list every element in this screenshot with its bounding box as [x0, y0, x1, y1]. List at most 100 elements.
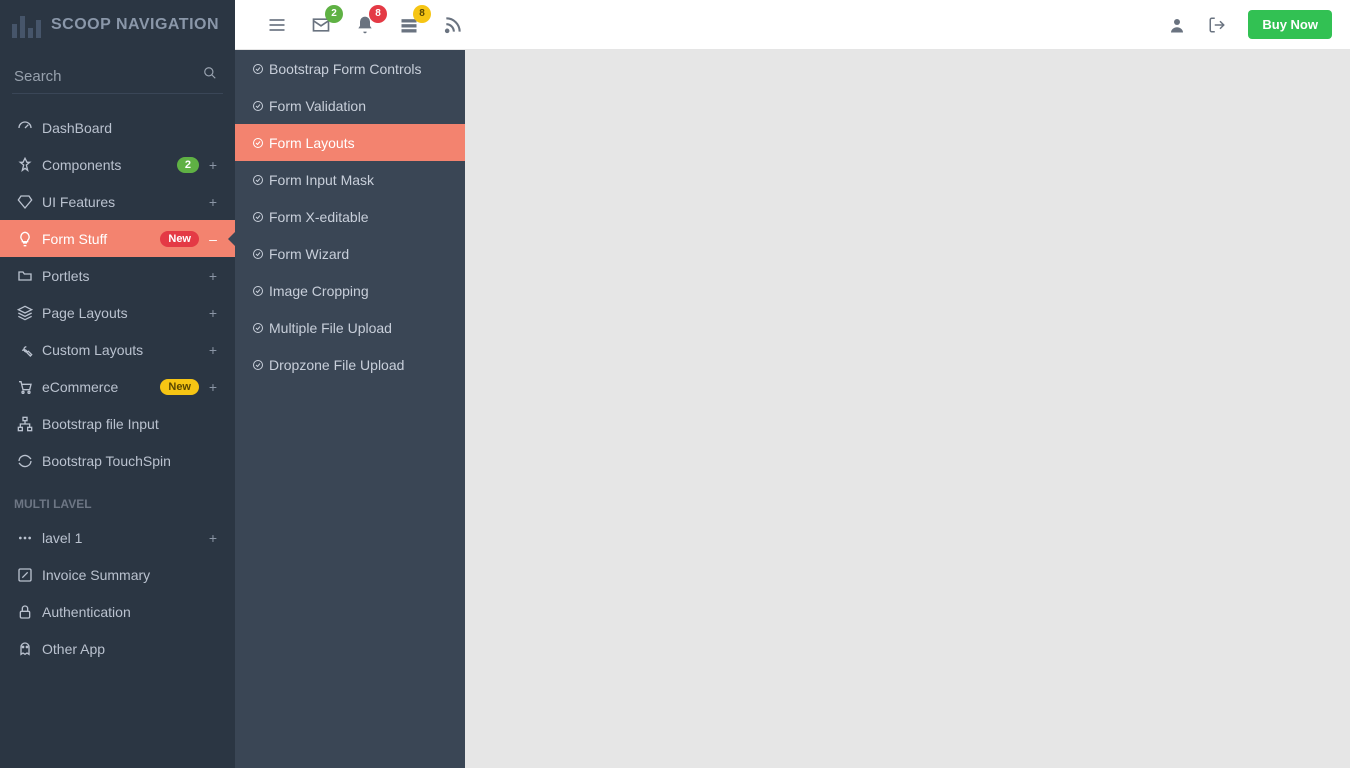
- expand-icon: +: [205, 379, 221, 395]
- brand-title: SCOOP NAVIGATION: [51, 16, 219, 34]
- sidebar-item-label: Custom Layouts: [42, 342, 199, 358]
- badge-count: 2: [177, 157, 199, 173]
- sidebar-item-label: Bootstrap TouchSpin: [42, 453, 221, 469]
- layers-icon: [14, 305, 36, 321]
- sidebar-nav: DashBoard Components 2 + UI Features + F…: [0, 109, 235, 479]
- submenu-item-form-input-mask[interactable]: Form Input Mask: [235, 161, 465, 198]
- speedometer-icon: [14, 120, 36, 136]
- submenu-item-label: Multiple File Upload: [269, 320, 392, 336]
- check-icon: [249, 63, 267, 75]
- sidebar-item-label: Bootstrap file Input: [42, 416, 221, 432]
- submenu-item-label: Form Layouts: [269, 135, 355, 151]
- folder-icon: [14, 268, 36, 284]
- check-icon: [249, 174, 267, 186]
- sidebar-item-level1[interactable]: lavel 1 +: [0, 519, 235, 556]
- sidebar-item-label: Authentication: [42, 604, 221, 620]
- sidebar-item-label: Components: [42, 157, 171, 173]
- sidebar-item-label: lavel 1: [42, 530, 199, 546]
- check-icon: [249, 100, 267, 112]
- check-icon: [249, 248, 267, 260]
- logout-icon[interactable]: [1208, 16, 1226, 34]
- submenu-item-label: Dropzone File Upload: [269, 357, 404, 373]
- main-content: [465, 50, 1350, 768]
- submenu-item-label: Image Cropping: [269, 283, 369, 299]
- sidebar-item-label: Form Stuff: [42, 231, 154, 247]
- diamond-icon: [14, 194, 36, 210]
- pin-icon: [14, 157, 36, 173]
- check-icon: [249, 285, 267, 297]
- inbox-icon[interactable]: 8: [399, 15, 419, 35]
- expand-icon: +: [205, 342, 221, 358]
- submenu-item-multiple-file-upload[interactable]: Multiple File Upload: [235, 309, 465, 346]
- check-icon: [249, 211, 267, 223]
- sidebar-item-label: eCommerce: [42, 379, 154, 395]
- search-input[interactable]: [12, 60, 223, 94]
- sidebar-item-authentication[interactable]: Authentication: [0, 593, 235, 630]
- brand-logo-icon: [12, 12, 41, 38]
- sidebar-item-form-stuff[interactable]: Form Stuff New –: [0, 220, 235, 257]
- sidebar-item-label: Page Layouts: [42, 305, 199, 321]
- sidebar-item-bootstrap-touchspin[interactable]: Bootstrap TouchSpin: [0, 442, 235, 479]
- expand-icon: +: [205, 157, 221, 173]
- wrench-icon: [14, 342, 36, 358]
- bell-icon[interactable]: 8: [355, 15, 375, 35]
- menu-toggle-icon[interactable]: [267, 15, 287, 35]
- submenu-item-form-layouts[interactable]: Form Layouts: [235, 124, 465, 161]
- sidebar-item-label: UI Features: [42, 194, 199, 210]
- submenu-item-image-cropping[interactable]: Image Cropping: [235, 272, 465, 309]
- badge-new: New: [160, 231, 199, 247]
- check-icon: [249, 359, 267, 371]
- topbar: 2 8 8 Buy Now: [235, 0, 1350, 50]
- submenu-item-label: Form Input Mask: [269, 172, 374, 188]
- sidebar-item-dashboard[interactable]: DashBoard: [0, 109, 235, 146]
- mail-icon[interactable]: 2: [311, 15, 331, 35]
- submenu-item-label: Form Wizard: [269, 246, 349, 262]
- dots-icon: [14, 530, 36, 546]
- lock-icon: [14, 604, 36, 620]
- submenu-item-form-validation[interactable]: Form Validation: [235, 87, 465, 124]
- sidebar-item-portlets[interactable]: Portlets +: [0, 257, 235, 294]
- search-row: [0, 60, 235, 94]
- bell-badge: 8: [369, 5, 387, 23]
- submenu-item-bootstrap-form-controls[interactable]: Bootstrap Form Controls: [235, 50, 465, 87]
- ghost-icon: [14, 641, 36, 657]
- sidebar-item-components[interactable]: Components 2 +: [0, 146, 235, 183]
- submenu-list: Bootstrap Form Controls Form Validation …: [235, 50, 465, 383]
- submenu-item-label: Form X-editable: [269, 209, 369, 225]
- submenu-item-dropzone-file-upload[interactable]: Dropzone File Upload: [235, 346, 465, 383]
- topbar-right: Buy Now: [1168, 10, 1332, 39]
- search-icon[interactable]: [203, 66, 217, 80]
- sidebar-nav-secondary: lavel 1 + Invoice Summary Authentication…: [0, 519, 235, 667]
- section-header-multilevel: MULTI LAVEL: [0, 479, 235, 519]
- submenu-item-label: Form Validation: [269, 98, 366, 114]
- sidebar-item-other-app[interactable]: Other App: [0, 630, 235, 667]
- submenu-item-form-x-editable[interactable]: Form X-editable: [235, 198, 465, 235]
- expand-icon: +: [205, 268, 221, 284]
- sidebar-item-ecommerce[interactable]: eCommerce New +: [0, 368, 235, 405]
- check-icon: [249, 322, 267, 334]
- refresh-icon: [14, 453, 36, 469]
- sidebar-item-label: Invoice Summary: [42, 567, 221, 583]
- sidebar-item-bootstrap-file-input[interactable]: Bootstrap file Input: [0, 405, 235, 442]
- sidebar-item-invoice[interactable]: Invoice Summary: [0, 556, 235, 593]
- sidebar-item-custom-layouts[interactable]: Custom Layouts +: [0, 331, 235, 368]
- rss-icon[interactable]: [443, 15, 463, 35]
- collapse-icon: –: [205, 231, 221, 247]
- bulb-icon: [14, 231, 36, 247]
- sidebar-item-ui-features[interactable]: UI Features +: [0, 183, 235, 220]
- buy-now-button[interactable]: Buy Now: [1248, 10, 1332, 39]
- sidebar-item-page-layouts[interactable]: Page Layouts +: [0, 294, 235, 331]
- topbar-left: 2 8 8: [267, 15, 463, 35]
- brand: SCOOP NAVIGATION: [0, 0, 235, 50]
- cart-icon: [14, 379, 36, 395]
- user-icon[interactable]: [1168, 16, 1186, 34]
- expand-icon: +: [205, 305, 221, 321]
- expand-icon: +: [205, 530, 221, 546]
- badge-new: New: [160, 379, 199, 395]
- inbox-badge: 8: [413, 5, 431, 23]
- submenu-item-form-wizard[interactable]: Form Wizard: [235, 235, 465, 272]
- submenu-item-label: Bootstrap Form Controls: [269, 61, 422, 77]
- check-icon: [249, 137, 267, 149]
- sidebar: SCOOP NAVIGATION DashBoard Components 2 …: [0, 0, 235, 768]
- edit-icon: [14, 567, 36, 583]
